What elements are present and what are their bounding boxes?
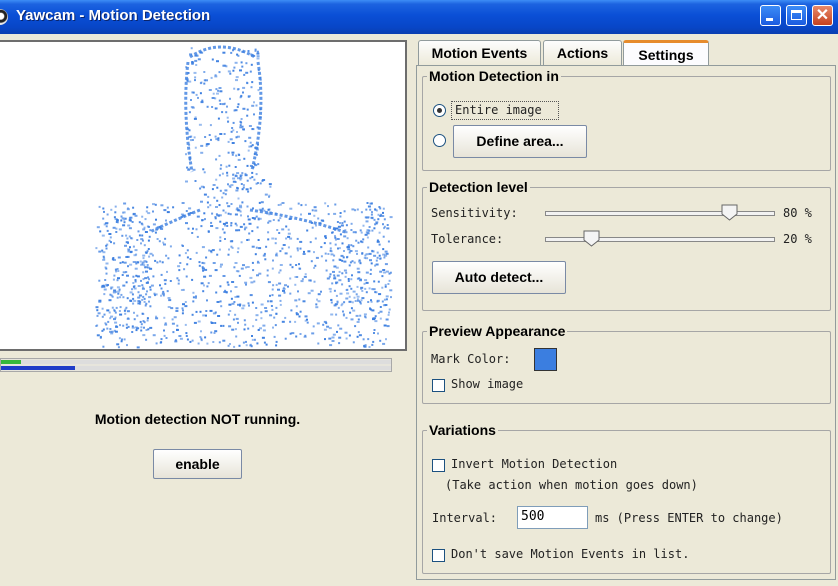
maximize-button[interactable]	[786, 5, 807, 26]
sensitivity-value: 80 %	[783, 206, 812, 220]
title-bar[interactable]: Yawcam - Motion Detection ✕	[0, 0, 838, 34]
invert-motion-label[interactable]: Invert Motion Detection	[451, 457, 617, 471]
entire-image-label[interactable]: Entire image	[455, 103, 542, 117]
group-title: Preview Appearance	[427, 323, 568, 339]
interval-unit-note: ms (Press ENTER to change)	[595, 511, 783, 525]
tolerance-label: Tolerance:	[431, 232, 504, 246]
webcam-icon	[0, 9, 8, 25]
close-button[interactable]: ✕	[812, 5, 833, 26]
mark-color-label: Mark Color:	[431, 352, 511, 366]
motion-pixels-image	[95, 45, 393, 349]
radio-selected-dot	[437, 108, 442, 113]
sensitivity-slider-track[interactable]	[545, 211, 775, 216]
settings-panel: Motion Detection in Entire image Define …	[416, 65, 836, 580]
invert-motion-note: (Take action when motion goes down)	[445, 478, 698, 492]
level-bar-track	[1, 366, 391, 370]
maximize-icon	[791, 10, 802, 20]
motion-detection-in-group: Motion Detection in Entire image Define …	[422, 68, 831, 171]
define-area-radio[interactable]	[433, 134, 446, 147]
variations-group: Variations Invert Motion Detection (Take…	[422, 422, 831, 574]
group-title: Detection level	[427, 179, 530, 195]
group-title: Motion Detection in	[427, 68, 561, 84]
entire-image-radio[interactable]	[433, 104, 446, 117]
tolerance-slider-track[interactable]	[545, 237, 775, 242]
show-image-checkbox[interactable]	[432, 379, 445, 392]
motion-preview	[0, 40, 407, 351]
tolerance-value: 20 %	[783, 232, 812, 246]
mark-color-swatch[interactable]	[534, 348, 557, 371]
motion-level-bar	[0, 358, 392, 372]
tab-motion-events[interactable]: Motion Events	[418, 40, 541, 66]
invert-motion-checkbox[interactable]	[432, 459, 445, 472]
motion-bar-fill	[1, 360, 21, 364]
close-icon: ✕	[815, 7, 830, 24]
enable-button[interactable]: enable	[153, 449, 242, 479]
define-area-button[interactable]: Define area...	[453, 125, 587, 158]
sensitivity-label: Sensitivity:	[431, 206, 518, 220]
detection-level-group: Detection level Sensitivity: 80 % Tolera…	[422, 179, 831, 311]
minimize-button[interactable]	[760, 5, 781, 26]
tolerance-slider-thumb[interactable]	[583, 230, 600, 247]
dont-save-events-checkbox[interactable]	[432, 549, 445, 562]
minimize-icon	[766, 18, 773, 21]
interval-label: Interval:	[432, 511, 498, 525]
window-title: Yawcam - Motion Detection	[16, 7, 211, 24]
dont-save-events-label[interactable]: Don't save Motion Events in list.	[451, 547, 689, 561]
sensitivity-slider-thumb[interactable]	[721, 204, 738, 221]
motion-bar-track	[1, 360, 391, 364]
status-text: Motion detection NOT running.	[94, 411, 301, 427]
auto-detect-button[interactable]: Auto detect...	[432, 261, 566, 294]
preview-appearance-group: Preview Appearance Mark Color: Show imag…	[422, 323, 831, 404]
interval-input[interactable]: 500	[517, 506, 588, 529]
group-title: Variations	[427, 422, 498, 438]
level-bar-fill	[1, 366, 76, 370]
yawcam-motion-window: Yawcam - Motion Detection ✕ Motion detec…	[0, 0, 838, 586]
tab-settings[interactable]: Settings	[623, 40, 709, 66]
show-image-label[interactable]: Show image	[451, 377, 523, 391]
tab-actions[interactable]: Actions	[543, 40, 622, 66]
